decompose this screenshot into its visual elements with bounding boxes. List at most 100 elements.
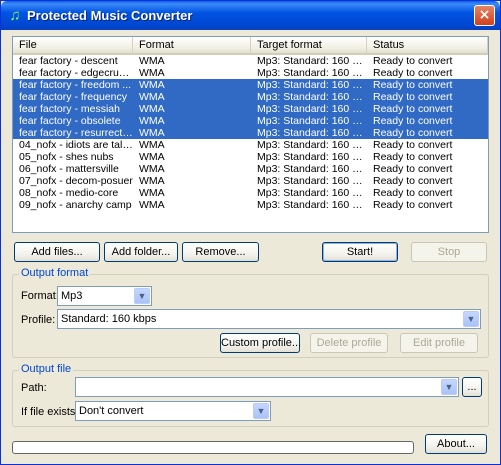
- file-cell: fear factory - messiah: [19, 103, 120, 115]
- main-window: ♫ Protected Music Converter × File Forma…: [0, 0, 501, 465]
- status-cell: Ready to convert: [373, 55, 453, 67]
- format-cell: WMA: [139, 103, 165, 115]
- profile-select[interactable]: Standard: 160 kbps ▼: [57, 309, 481, 329]
- if-file-exists-select[interactable]: Don't convert ▼: [75, 401, 271, 421]
- chevron-down-icon[interactable]: ▼: [134, 288, 150, 304]
- add-files-button[interactable]: Add files...: [14, 242, 100, 262]
- target-format-cell: Mp3: Standard: 160 kbps: [257, 55, 367, 67]
- file-cell: fear factory - freedom ...: [19, 79, 132, 91]
- format-select[interactable]: Mp3 ▼: [57, 286, 152, 306]
- if-file-exists-label: If file exists: [21, 406, 76, 418]
- chevron-down-icon[interactable]: ▼: [463, 311, 479, 327]
- column-status[interactable]: Status: [367, 37, 488, 55]
- about-button[interactable]: About...: [425, 434, 487, 454]
- status-cell: Ready to convert: [373, 79, 453, 91]
- file-cell: 05_nofx - shes nubs: [19, 151, 114, 163]
- status-cell: Ready to convert: [373, 127, 453, 139]
- list-item[interactable]: fear factory - edgecrusher WMA Mp3: Standa…: [13, 67, 488, 79]
- column-target-format[interactable]: Target format: [251, 37, 367, 55]
- format-cell: WMA: [139, 91, 165, 103]
- target-format-cell: Mp3: Standard: 160 kbps: [257, 67, 367, 79]
- target-format-cell: Mp3: Standard: 160 kbps: [257, 91, 367, 103]
- format-cell: WMA: [139, 79, 165, 91]
- add-folder-button[interactable]: Add folder...: [104, 242, 178, 262]
- status-cell: Ready to convert: [373, 67, 453, 79]
- list-item[interactable]: fear factory - resurrection WMA Mp3: Stand…: [13, 127, 488, 139]
- list-item[interactable]: 06_nofx - mattersville WMA Mp3: Standard: …: [13, 163, 488, 175]
- list-item[interactable]: fear factory - messiah WMA Mp3: Standard: …: [13, 103, 488, 115]
- music-note-icon: ♫: [9, 7, 21, 24]
- output-file-group: Output file Path: ▼ ... If file exists D…: [12, 363, 489, 427]
- list-item[interactable]: 05_nofx - shes nubs WMA Mp3: Standard: 160…: [13, 151, 488, 163]
- custom-profile-button[interactable]: Custom profile...: [220, 333, 301, 353]
- target-format-cell: Mp3: Standard: 160 kbps: [257, 151, 367, 163]
- format-cell: WMA: [139, 151, 165, 163]
- list-item[interactable]: 07_nofx - decom-posuer WMA Mp3: Standard: …: [13, 175, 488, 187]
- delete-profile-button[interactable]: Delete profile: [310, 333, 388, 353]
- output-format-group: Output format Format: Mp3 ▼ Profile: Sta…: [12, 267, 489, 358]
- path-input[interactable]: ▼: [75, 377, 459, 397]
- status-cell: Ready to convert: [373, 139, 453, 151]
- status-cell: Ready to convert: [373, 103, 453, 115]
- status-cell: Ready to convert: [373, 187, 453, 199]
- file-cell: fear factory - descent: [19, 55, 118, 67]
- profile-label: Profile:: [21, 314, 56, 326]
- status-cell: Ready to convert: [373, 115, 453, 127]
- stop-button[interactable]: Stop: [411, 242, 487, 262]
- list-header: File Format Target format Status: [13, 37, 488, 55]
- list-rows: fear factory - descent WMA Mp3: Standard: …: [13, 55, 488, 211]
- format-cell: WMA: [139, 199, 165, 211]
- list-item[interactable]: 09_nofx - anarchy camp WMA Mp3: Standard: …: [13, 199, 488, 211]
- edit-profile-button[interactable]: Edit profile: [400, 333, 478, 353]
- list-item[interactable]: fear factory - frequency WMA Mp3: Standard…: [13, 91, 488, 103]
- format-cell: WMA: [139, 163, 165, 175]
- output-file-legend: Output file: [19, 363, 74, 375]
- format-cell: WMA: [139, 139, 165, 151]
- format-cell: WMA: [139, 187, 165, 199]
- target-format-cell: Mp3: Standard: 160 kbps: [257, 103, 367, 115]
- status-cell: Ready to convert: [373, 91, 453, 103]
- status-cell: Ready to convert: [373, 163, 453, 175]
- chevron-down-icon[interactable]: ▼: [441, 379, 457, 395]
- file-cell: 07_nofx - decom-posuer: [19, 175, 133, 187]
- target-format-cell: Mp3: Standard: 160 kbps: [257, 139, 367, 151]
- target-format-cell: Mp3: Standard: 160 kbps: [257, 115, 367, 127]
- column-format[interactable]: Format: [133, 37, 251, 55]
- target-format-cell: Mp3: Standard: 160 kbps: [257, 187, 367, 199]
- format-cell: WMA: [139, 127, 165, 139]
- progress-bar: [12, 441, 414, 454]
- list-item[interactable]: 08_nofx - medio-core WMA Mp3: Standard: 16…: [13, 187, 488, 199]
- browse-button[interactable]: ...: [462, 377, 482, 397]
- file-cell: 08_nofx - medio-core: [19, 187, 119, 199]
- status-cell: Ready to convert: [373, 151, 453, 163]
- list-item[interactable]: fear factory - obsolete WMA Mp3: Standard:…: [13, 115, 488, 127]
- close-button[interactable]: ×: [474, 5, 495, 26]
- format-cell: WMA: [139, 175, 165, 187]
- remove-button[interactable]: Remove...: [182, 242, 259, 262]
- status-cell: Ready to convert: [373, 175, 453, 187]
- format-cell: WMA: [139, 67, 165, 79]
- format-cell: WMA: [139, 55, 165, 67]
- file-cell: fear factory - resurrection: [19, 127, 133, 139]
- format-label: Format:: [21, 290, 59, 302]
- file-cell: 06_nofx - mattersville: [19, 163, 119, 175]
- title-bar[interactable]: ♫ Protected Music Converter ×: [1, 1, 500, 30]
- if-file-exists-value: Don't convert: [79, 405, 144, 417]
- path-label: Path:: [21, 382, 47, 394]
- format-value: Mp3: [61, 290, 83, 302]
- file-list[interactable]: File Format Target format Status fear fa…: [12, 36, 489, 233]
- file-cell: fear factory - frequency: [19, 91, 127, 103]
- profile-value: Standard: 160 kbps: [61, 313, 157, 325]
- list-item[interactable]: 04_nofx - idiots are talki... WMA Mp3: Sta…: [13, 139, 488, 151]
- start-button[interactable]: Start!: [322, 242, 398, 262]
- list-item[interactable]: fear factory - freedom ... WMA Mp3: Standa…: [13, 79, 488, 91]
- target-format-cell: Mp3: Standard: 160 kbps: [257, 163, 367, 175]
- column-file[interactable]: File: [13, 37, 133, 55]
- list-item[interactable]: fear factory - descent WMA Mp3: Standard: …: [13, 55, 488, 67]
- chevron-down-icon[interactable]: ▼: [253, 403, 269, 419]
- status-cell: Ready to convert: [373, 199, 453, 211]
- target-format-cell: Mp3: Standard: 160 kbps: [257, 199, 367, 211]
- target-format-cell: Mp3: Standard: 160 kbps: [257, 127, 367, 139]
- window-title: Protected Music Converter: [27, 8, 193, 23]
- file-cell: fear factory - edgecrusher: [19, 67, 133, 79]
